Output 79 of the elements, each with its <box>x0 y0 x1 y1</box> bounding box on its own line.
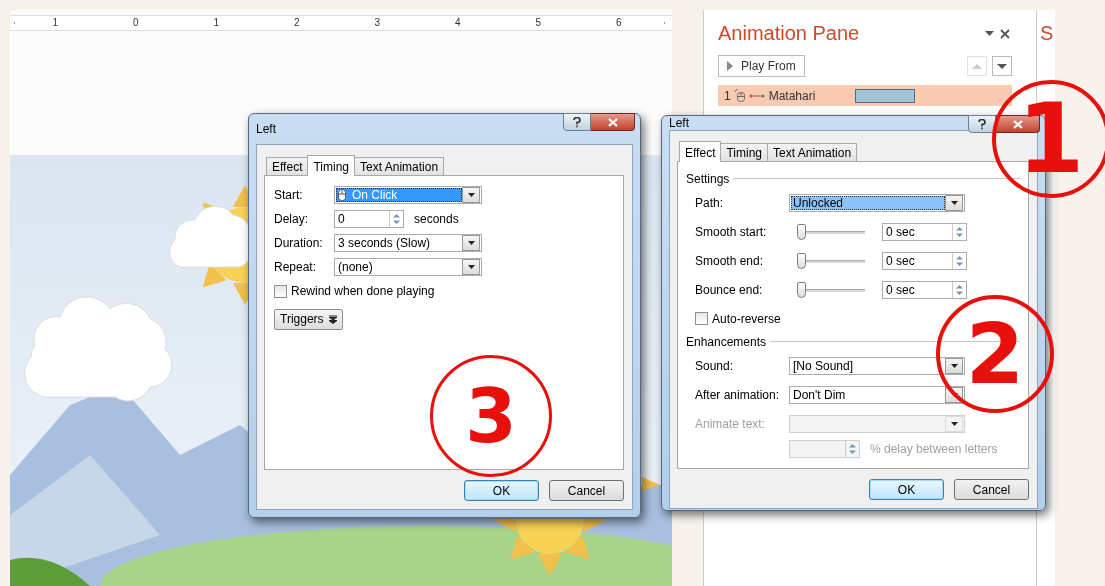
dropdown-arrow-icon <box>467 265 475 269</box>
spin-arrows-icon[interactable] <box>952 281 966 298</box>
unit-label: seconds <box>414 212 459 226</box>
dialog-button[interactable]: Cancel <box>549 480 624 501</box>
spin-field[interactable]: 0 <box>334 210 404 228</box>
numbered-callout: 3 <box>430 355 552 477</box>
field-label: Repeat: <box>274 260 318 274</box>
pane-title: S <box>1040 22 1054 44</box>
dialog-button[interactable]: OK <box>464 480 539 501</box>
item-name: Matahari <box>768 88 816 103</box>
double-arrow-icon <box>328 314 337 324</box>
dialog-tab[interactable]: Text Animation <box>354 157 445 175</box>
dropdown[interactable]: Don't Dim <box>789 385 965 404</box>
dropdown[interactable]: [No Sound] <box>789 356 965 375</box>
help-button[interactable] <box>563 113 591 131</box>
field-label: Smooth start: <box>694 224 768 239</box>
down-arrow-icon <box>997 63 1007 69</box>
sun-ray-drawing <box>642 477 660 491</box>
close-icon <box>607 117 618 127</box>
group-title: Settings <box>686 172 730 186</box>
dropdown-arrow-icon <box>950 421 958 426</box>
pane-title: Animation Pane <box>718 22 861 45</box>
move-down-button[interactable] <box>992 56 1012 76</box>
animation-item[interactable]: 1 Matahari <box>718 85 1012 106</box>
numbered-callout: 2 <box>936 295 1054 413</box>
dropdown-arrow-icon <box>950 363 958 368</box>
slider[interactable] <box>797 280 865 299</box>
question-mark-icon <box>978 118 986 130</box>
unit-label: % delay between letters <box>870 442 998 456</box>
field-label: Path: <box>694 195 725 210</box>
dropdown[interactable]: Unlocked <box>789 193 965 212</box>
dropdown[interactable]: 3 seconds (Slow) <box>334 234 482 252</box>
dialog-title: Left <box>256 122 276 136</box>
play-from-button[interactable]: Play From <box>718 55 805 77</box>
dialog-tab[interactable]: Effect <box>266 157 309 175</box>
triggers-button[interactable]: Triggers <box>274 308 343 330</box>
move-up-button[interactable] <box>967 56 987 76</box>
dialog-button[interactable]: Cancel <box>954 479 1029 500</box>
slider[interactable] <box>797 251 865 270</box>
group-title: Enhancements <box>686 335 767 349</box>
mouse-icon <box>338 189 346 201</box>
dialog-tab[interactable]: Timing <box>307 155 356 176</box>
motion-path-icon <box>748 92 765 99</box>
spin-arrows-icon[interactable] <box>952 223 966 240</box>
field-label: Animate text: <box>694 416 767 431</box>
field-label: Duration: <box>274 236 324 250</box>
dialog-tab[interactable]: Text Animation <box>767 143 858 161</box>
help-button[interactable] <box>968 115 996 133</box>
dropdown-arrow-icon <box>467 193 475 197</box>
close-icon[interactable] <box>1000 28 1010 39</box>
spin-field[interactable]: 0 sec <box>882 251 967 270</box>
field-label: Smooth end: <box>694 253 765 268</box>
checkbox[interactable]: Rewind when done playing <box>274 284 435 298</box>
play-icon <box>727 61 733 71</box>
field-label: Sound: <box>694 358 735 373</box>
spin-arrows-icon[interactable] <box>952 252 966 269</box>
dialog-tab[interactable]: Timing <box>720 143 769 161</box>
close-button[interactable] <box>591 113 635 131</box>
spin-field[interactable]: 0 sec <box>882 222 967 241</box>
up-arrow-icon <box>972 63 982 69</box>
dropdown[interactable]: (none) <box>334 258 482 276</box>
item-number: 1 <box>724 88 731 103</box>
field-label: Bounce end: <box>694 282 764 297</box>
dropdown-arrow-icon <box>467 241 475 245</box>
field-label: After animation: <box>694 387 781 402</box>
dropdown-arrow-icon <box>950 200 958 205</box>
timeline-bar <box>855 88 916 103</box>
field-label: Start: <box>274 188 304 202</box>
dropdown-arrow-icon[interactable] <box>985 31 994 36</box>
spin-field[interactable]: 0 sec <box>882 280 967 299</box>
dialog-tab[interactable]: Effect <box>679 141 722 162</box>
slider[interactable] <box>797 222 865 241</box>
mouse-icon <box>734 89 745 102</box>
question-mark-icon <box>573 116 581 128</box>
field-label: Delay: <box>274 212 309 226</box>
dialog-button[interactable]: OK <box>869 479 944 500</box>
dialog-title: Left <box>669 116 689 130</box>
spin-arrows-icon[interactable] <box>389 211 403 227</box>
checkbox[interactable]: Auto-reverse <box>695 311 781 326</box>
